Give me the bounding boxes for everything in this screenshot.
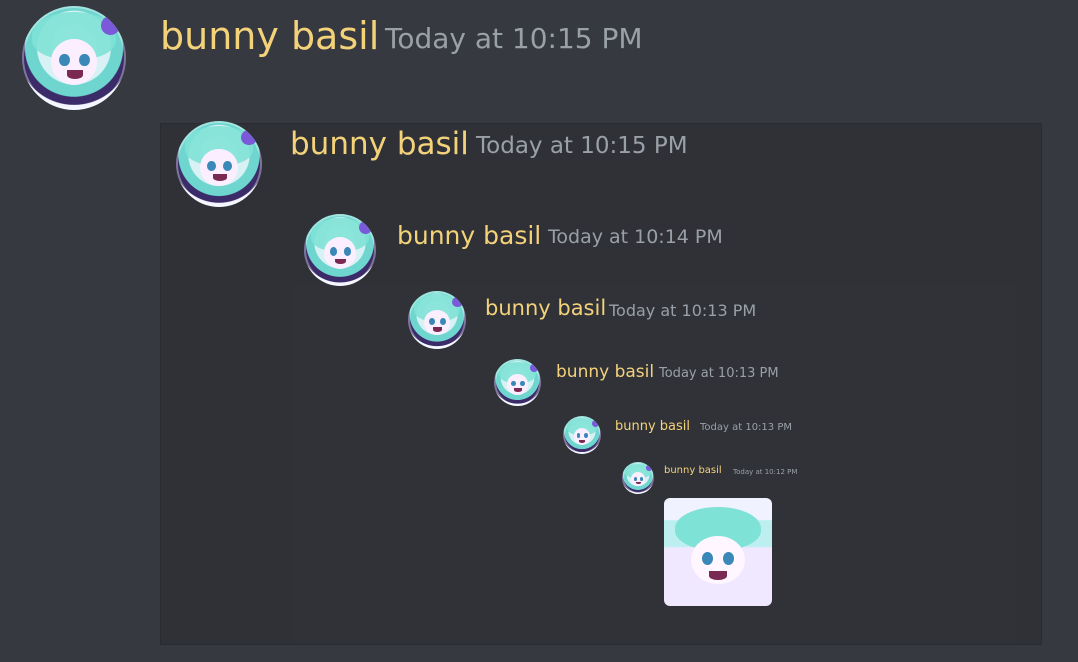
avatar-eye-icon [510,380,516,387]
embedded-inner-screenshot [292,284,1017,644]
timestamp: Today at 10:15 PM [385,22,643,55]
timestamp: Today at 10:12 PM [733,468,798,476]
timestamp: Today at 10:15 PM [476,133,688,159]
avatar-mouth-icon [432,326,443,332]
timestamp: Today at 10:13 PM [700,422,792,433]
avatar[interactable] [622,462,654,494]
username[interactable]: bunny basil [290,126,469,162]
image-attachment[interactable] [664,498,772,606]
avatar-flower-icon [358,221,372,235]
avatar-eye-icon [59,53,70,67]
avatar-eye-icon [639,476,643,481]
avatar-flower-icon [529,363,539,373]
avatar-flower-icon [241,129,257,146]
avatar[interactable] [408,291,466,349]
avatar-eye-icon [79,53,90,67]
avatar-mouth-icon [579,439,586,443]
username[interactable]: bunny basil [556,362,654,382]
timestamp: Today at 10:14 PM [548,226,723,248]
avatar-eye-icon [428,317,435,325]
username[interactable]: bunny basil [485,296,606,320]
avatar-flower-icon [591,419,599,427]
username[interactable]: bunny basil [160,14,379,58]
attachment-eye-icon [701,552,713,565]
username[interactable]: bunny basil [615,419,690,434]
avatar-eye-icon [329,247,338,256]
username[interactable]: bunny basil [397,221,541,250]
avatar-flower-icon [452,296,463,308]
avatar-eye-icon [583,433,588,439]
avatar-mouth-icon [66,70,84,79]
avatar-eye-icon [439,317,446,325]
timestamp: Today at 10:13 PM [659,366,779,381]
avatar[interactable] [563,416,601,454]
avatar-flower-icon [646,465,653,471]
avatar[interactable] [176,121,262,207]
avatar-eye-icon [633,476,637,481]
avatar-eye-icon [206,160,216,171]
timestamp: Today at 10:13 PM [609,301,757,320]
avatar-mouth-icon [514,388,522,392]
avatar-eye-icon [519,380,525,387]
avatar[interactable] [304,214,376,286]
attachment-mouth-icon [709,571,727,581]
avatar-eye-icon [343,247,351,256]
avatar[interactable] [22,6,126,110]
username[interactable]: bunny basil [664,465,722,476]
avatar-flower-icon [101,16,120,36]
avatar[interactable] [494,359,541,406]
avatar-eye-icon [223,160,232,171]
